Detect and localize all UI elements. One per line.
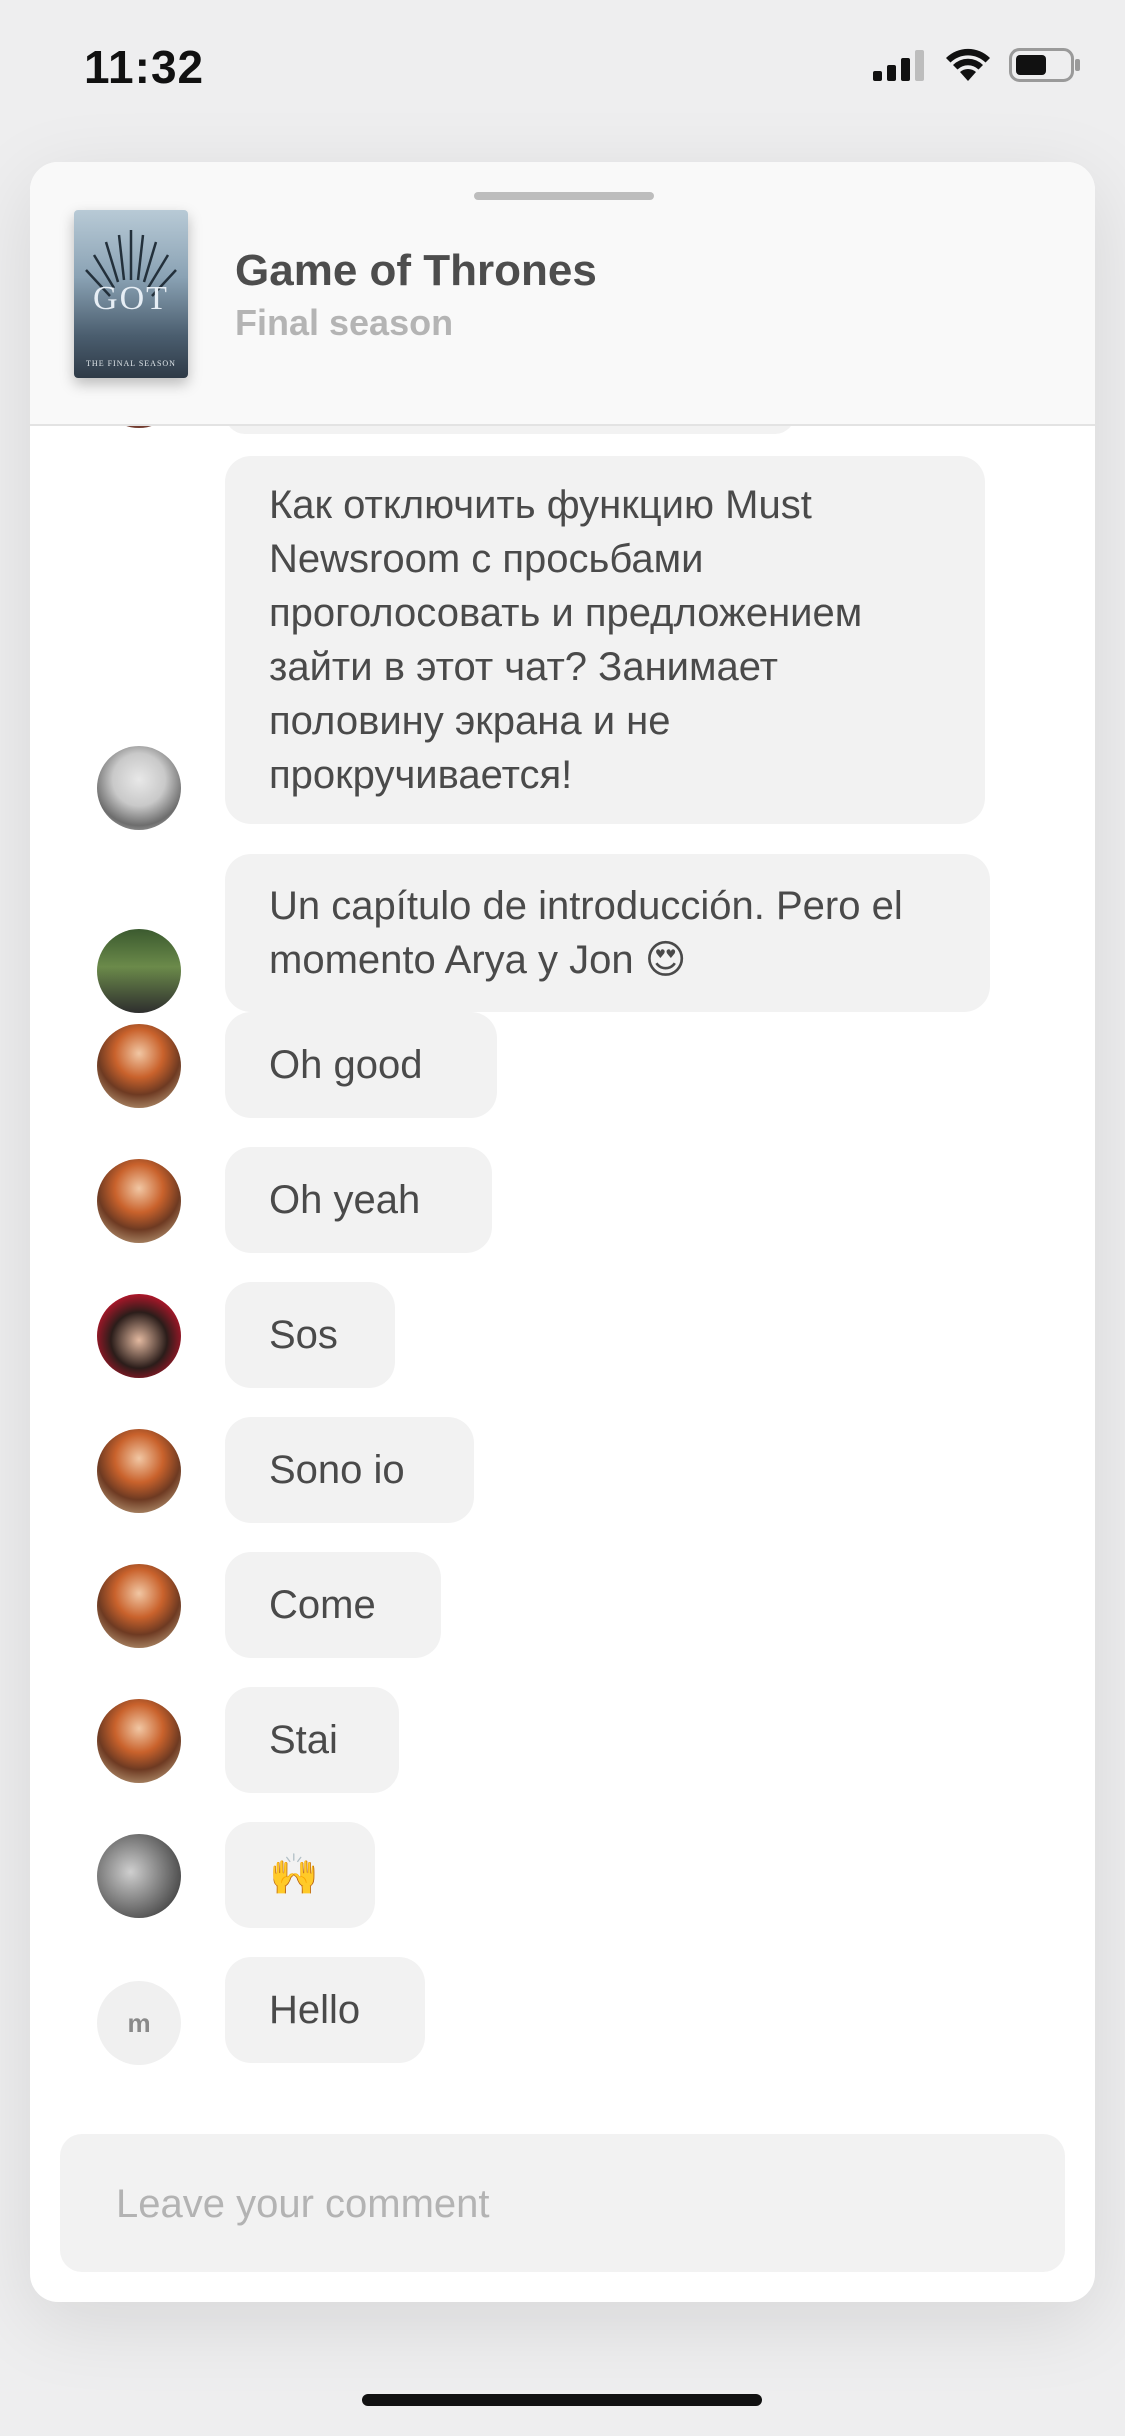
avatar[interactable] (97, 1294, 181, 1378)
status-icons (873, 48, 1081, 82)
avatar[interactable] (97, 1699, 181, 1783)
drag-handle[interactable] (474, 192, 654, 200)
avatar[interactable] (97, 929, 181, 1013)
message-text: Sos (269, 1313, 338, 1357)
message-text: Как отключить функцию Must Newsroom с пр… (269, 483, 863, 797)
chat-sheet: Как отключить функцию Must Newsroom с пр… (30, 162, 1095, 2302)
poster-subtitle: THE FINAL SEASON (86, 359, 176, 368)
message-bubble: Sos (225, 1282, 395, 1388)
avatar[interactable] (97, 1159, 181, 1243)
message-bubble: 🙌 (225, 1822, 375, 1928)
show-subtitle: Final season (235, 302, 454, 343)
message-bubble: Un capítulo de introducción. Pero el mom… (225, 854, 990, 1012)
message-text: Un capítulo de introducción. Pero el mom… (269, 884, 903, 982)
message-bubble: Come (225, 1552, 441, 1658)
message-text: Hello (269, 1988, 361, 2032)
message-bubble: Как отключить функцию Must Newsroom с пр… (225, 456, 985, 824)
message-text: Sono io (269, 1448, 405, 1492)
show-poster[interactable]: GOT THE FINAL SEASON (74, 210, 188, 378)
message-text: Come (269, 1583, 376, 1627)
battery-icon (1009, 48, 1080, 82)
avatar[interactable] (97, 1564, 181, 1648)
avatar-initial: m (127, 2008, 151, 2038)
message-bubble: Stai (225, 1687, 399, 1793)
message-list[interactable]: Как отключить функцию Must Newsroom с пр… (30, 424, 1095, 2124)
avatar[interactable] (97, 1429, 181, 1513)
comment-composer[interactable] (60, 2134, 1065, 2274)
avatar[interactable] (97, 1024, 181, 1108)
poster-title: GOT (93, 280, 169, 317)
message-bubble: Sono io (225, 1417, 474, 1523)
status-time: 11:32 (84, 41, 205, 93)
wifi-icon (946, 48, 990, 81)
show-title: Game of Thrones (235, 246, 597, 295)
message-bubble: Oh good (225, 1012, 497, 1118)
avatar[interactable] (97, 1834, 181, 1918)
comment-input[interactable] (114, 2134, 1018, 2274)
message-text: Oh good (269, 1043, 423, 1087)
avatar[interactable] (97, 746, 181, 830)
message-bubble: Hello (225, 1957, 425, 2063)
cellular-signal-icon (873, 50, 924, 81)
home-indicator[interactable] (362, 2394, 762, 2406)
status-bar: 11:32 (0, 0, 1125, 140)
avatar[interactable]: m (97, 1981, 181, 2065)
message-text: 🙌 (269, 1853, 319, 1897)
message-text: Stai (269, 1718, 338, 1762)
message-text: Oh yeah (269, 1178, 421, 1222)
message-bubble: Oh yeah (225, 1147, 492, 1253)
chat-header: GOT THE FINAL SEASON Game of Thrones Fin… (30, 162, 1095, 426)
